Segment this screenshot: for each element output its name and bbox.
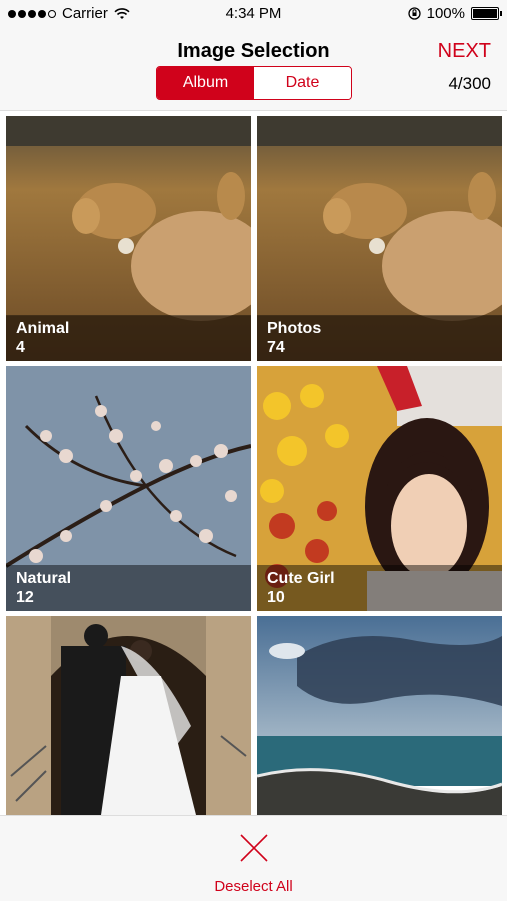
album-tile-cute-girl[interactable]: Cute Girl 10 bbox=[257, 366, 502, 611]
wedding-photo bbox=[6, 616, 251, 815]
page-title: Image Selection bbox=[177, 40, 330, 62]
album-tile-natural[interactable]: Natural 12 bbox=[6, 366, 251, 611]
seascape-photo bbox=[257, 616, 502, 815]
battery-percent: 100% bbox=[426, 5, 465, 22]
orientation-lock-icon bbox=[407, 7, 421, 20]
battery-icon bbox=[471, 7, 502, 20]
segment-date[interactable]: Date bbox=[254, 67, 351, 99]
deselect-all-button[interactable]: Deselect All bbox=[0, 816, 507, 901]
status-bar: Carrier 4:34 PM 100% bbox=[0, 0, 507, 28]
album-count: 10 bbox=[267, 589, 285, 606]
album-caption: Photos 74 bbox=[257, 315, 502, 361]
selection-counter: 4/300 bbox=[448, 74, 491, 93]
album-caption: Cute Girl 10 bbox=[257, 565, 502, 611]
next-button[interactable]: NEXT bbox=[438, 40, 491, 63]
album-caption: Natural 12 bbox=[6, 565, 251, 611]
album-tile-photos[interactable]: Photos 74 bbox=[257, 116, 502, 361]
segment-album[interactable]: Album bbox=[157, 67, 254, 99]
navigation-bar: Image Selection NEXT Album Date 4/300 bbox=[0, 28, 507, 111]
album-count: 12 bbox=[16, 589, 34, 606]
album-name: Natural bbox=[16, 570, 72, 587]
view-mode-segmented-control: Album Date bbox=[156, 66, 352, 100]
bottom-toolbar: Deselect All bbox=[0, 815, 507, 901]
album-count: 4 bbox=[16, 339, 25, 356]
deselect-all-label: Deselect All bbox=[214, 878, 293, 895]
status-right: 100% bbox=[407, 5, 502, 22]
album-name: Photos bbox=[267, 320, 322, 337]
album-tile-animal[interactable]: Animal 4 bbox=[6, 116, 251, 361]
album-name: Cute Girl bbox=[267, 570, 335, 587]
album-tile-wedding[interactable] bbox=[6, 616, 251, 815]
album-count: 74 bbox=[267, 339, 285, 356]
album-tile-seascape[interactable] bbox=[257, 616, 502, 815]
close-icon bbox=[240, 834, 268, 862]
album-grid: Animal 4 Photos 74 Natural 12 Cute Girl … bbox=[0, 111, 507, 815]
album-caption: Animal 4 bbox=[6, 315, 251, 361]
album-name: Animal bbox=[16, 320, 70, 337]
